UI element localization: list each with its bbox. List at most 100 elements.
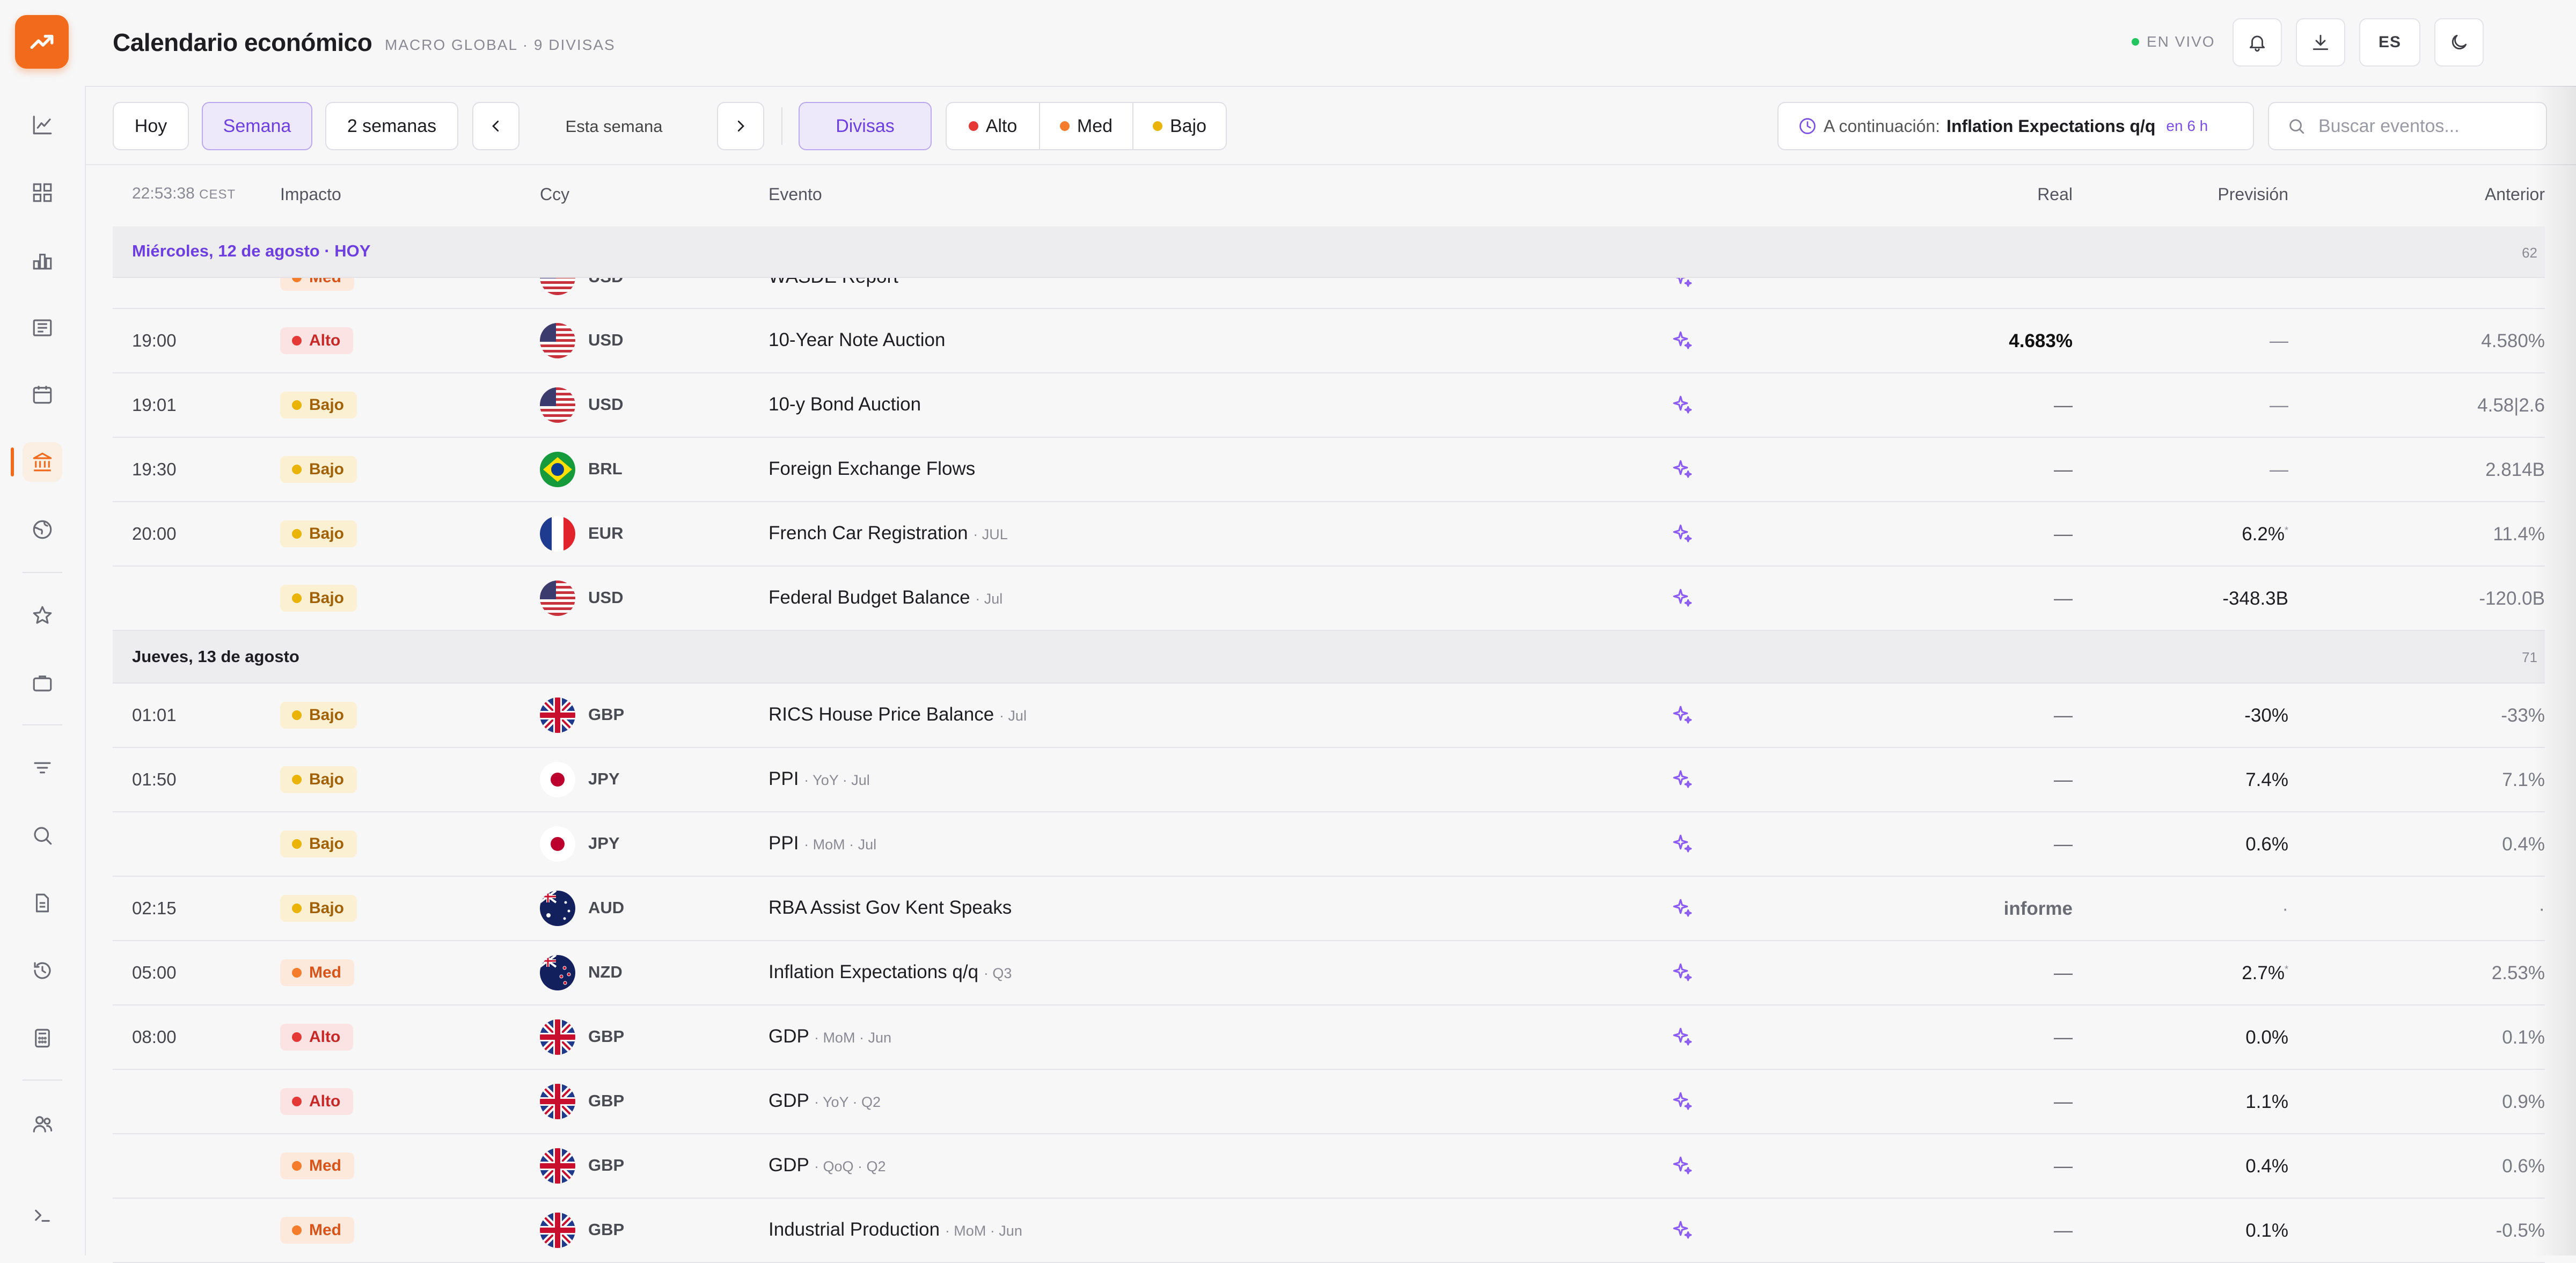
ai-sparkle-icon[interactable] bbox=[1671, 1090, 1694, 1113]
column-impact[interactable]: Impacto bbox=[280, 185, 341, 204]
sidebar-item-reports[interactable] bbox=[23, 883, 62, 923]
table-row[interactable]: Med USD WASDE Report bbox=[113, 278, 2545, 309]
previous-value: 0.1% bbox=[2502, 1027, 2545, 1048]
column-event[interactable]: Evento bbox=[769, 185, 822, 204]
event-name[interactable]: PPI · YoY · Jul bbox=[769, 768, 870, 790]
notifications-button[interactable] bbox=[2233, 18, 2282, 67]
event-name[interactable]: PPI · MoM · Jul bbox=[769, 833, 876, 854]
event-name[interactable]: Industrial Production · MoM · Jun bbox=[769, 1219, 1022, 1240]
day-rows: 01:01 Bajo GBP RICS House Price Balance … bbox=[113, 684, 2545, 1263]
flag-gb-icon bbox=[540, 1084, 575, 1119]
table-row[interactable]: 08:00 Alto GBP GDP · MoM · Jun — 0.0% 0.… bbox=[113, 1005, 2545, 1070]
sidebar-item-calendar[interactable] bbox=[23, 375, 62, 414]
ai-sparkle-icon[interactable] bbox=[1671, 1155, 1694, 1177]
event-name[interactable]: RBA Assist Gov Kent Speaks bbox=[769, 897, 1012, 919]
table-row[interactable]: Alto GBP GDP · YoY · Q2 — 1.1% 0.9% bbox=[113, 1070, 2545, 1134]
event-name[interactable]: French Car Registration · JUL bbox=[769, 523, 1008, 544]
ai-sparkle-icon[interactable] bbox=[1671, 1026, 1694, 1048]
sidebar-item-calculator[interactable] bbox=[23, 1018, 62, 1058]
severity-bajo-toggle[interactable]: Bajo bbox=[1133, 103, 1226, 149]
actual-value: — bbox=[2054, 705, 2073, 726]
event-name[interactable]: 10-Year Note Auction bbox=[769, 329, 946, 351]
sidebar-item-favorites[interactable] bbox=[23, 596, 62, 635]
next-period-button[interactable] bbox=[717, 102, 764, 150]
sidebar-item-filters[interactable] bbox=[23, 748, 62, 788]
week-button[interactable]: Semana bbox=[202, 102, 312, 150]
sidebar-item-search[interactable] bbox=[23, 816, 62, 855]
event-name[interactable]: GDP · QoQ · Q2 bbox=[769, 1155, 885, 1176]
event-name[interactable]: Federal Budget Balance · Jul bbox=[769, 587, 1002, 608]
ai-sparkle-icon[interactable] bbox=[1671, 961, 1694, 984]
event-name[interactable]: RICS House Price Balance · Jul bbox=[769, 704, 1027, 725]
column-forecast[interactable]: Previsión bbox=[2218, 185, 2288, 204]
sidebar-item-charts[interactable] bbox=[23, 105, 62, 145]
flag-gb-icon bbox=[540, 1213, 575, 1248]
sidebar-item-world[interactable] bbox=[23, 510, 62, 549]
ai-sparkle-icon[interactable] bbox=[1671, 768, 1694, 791]
ai-sparkle-icon[interactable] bbox=[1671, 523, 1694, 545]
event-name[interactable]: WASDE Report bbox=[769, 278, 898, 288]
ai-sparkle-icon[interactable] bbox=[1671, 833, 1694, 855]
ai-sparkle-icon[interactable] bbox=[1671, 587, 1694, 610]
ai-sparkle-icon[interactable] bbox=[1671, 394, 1694, 416]
severity-alto-toggle[interactable]: Alto bbox=[947, 103, 1040, 149]
previous-period-button[interactable] bbox=[472, 102, 519, 150]
severity-med-toggle[interactable]: Med bbox=[1040, 103, 1133, 149]
next-event-chip[interactable]: A continuación: Inflation Expectations q… bbox=[1777, 102, 2254, 150]
download-button[interactable] bbox=[2296, 18, 2345, 67]
table-row[interactable]: 01:01 Bajo GBP RICS House Price Balance … bbox=[113, 684, 2545, 748]
event-name[interactable]: GDP · YoY · Q2 bbox=[769, 1090, 881, 1112]
table-header: 22:53:38 CEST Impacto Ccy Evento Real Pr… bbox=[113, 165, 2545, 226]
impact-dot-icon bbox=[292, 1032, 302, 1042]
currencies-filter-button[interactable]: Divisas bbox=[799, 102, 932, 150]
search-box[interactable] bbox=[2268, 102, 2547, 150]
column-ccy[interactable]: Ccy bbox=[540, 185, 569, 204]
event-time: 20:00 bbox=[132, 524, 177, 544]
event-name[interactable]: GDP · MoM · Jun bbox=[769, 1026, 891, 1047]
table-row[interactable]: 19:30 Bajo BRL Foreign Exchange Flows — … bbox=[113, 438, 2545, 502]
sidebar-item-terminal[interactable] bbox=[23, 1195, 62, 1235]
impact-badge: Med bbox=[280, 959, 354, 986]
ai-sparkle-icon[interactable] bbox=[1671, 278, 1694, 290]
sidebar-item-dashboard[interactable] bbox=[23, 173, 62, 212]
table-row[interactable]: Bajo JPY PPI · MoM · Jul — 0.6% 0.4% bbox=[113, 812, 2545, 877]
event-time: 19:30 bbox=[132, 459, 177, 479]
today-button[interactable]: Hoy bbox=[113, 102, 189, 150]
table-row[interactable]: 05:00 Med NZD Inflation Expectations q/q… bbox=[113, 941, 2545, 1005]
sidebar-item-portfolio[interactable] bbox=[23, 663, 62, 703]
search-input[interactable] bbox=[2317, 115, 2534, 137]
table-row[interactable]: Med GBP Industrial Production · MoM · Ju… bbox=[113, 1199, 2545, 1263]
impact-badge: Bajo bbox=[280, 456, 357, 483]
table-row[interactable]: 19:00 Alto USD 10-Year Note Auction 4.68… bbox=[113, 309, 2545, 373]
ai-sparkle-icon[interactable] bbox=[1671, 329, 1694, 352]
impact-badge: Bajo bbox=[280, 392, 357, 418]
app-logo[interactable] bbox=[15, 15, 69, 69]
sidebar-item-history[interactable] bbox=[23, 951, 62, 990]
column-actual[interactable]: Real bbox=[2037, 185, 2073, 204]
sidebar-item-community[interactable] bbox=[23, 1104, 62, 1144]
language-button[interactable]: ES bbox=[2359, 18, 2420, 67]
table-row[interactable]: 20:00 Bajo EUR French Car Registration ·… bbox=[113, 502, 2545, 567]
sidebar-item-rankings[interactable] bbox=[23, 240, 62, 280]
event-name[interactable]: 10-y Bond Auction bbox=[769, 394, 921, 415]
event-name[interactable]: Inflation Expectations q/q · Q3 bbox=[769, 961, 1012, 983]
table-row[interactable]: Med GBP GDP · QoQ · Q2 — 0.4% 0.6% bbox=[113, 1134, 2545, 1199]
event-name[interactable]: Foreign Exchange Flows bbox=[769, 458, 975, 480]
theme-toggle-button[interactable] bbox=[2434, 18, 2484, 67]
next-event-name: Inflation Expectations q/q bbox=[1946, 116, 2156, 136]
table-row[interactable]: 02:15 Bajo AUD RBA Assist Gov Kent Speak… bbox=[113, 877, 2545, 941]
ai-sparkle-icon[interactable] bbox=[1671, 1219, 1694, 1242]
ai-sparkle-icon[interactable] bbox=[1671, 458, 1694, 481]
two-weeks-button[interactable]: 2 semanas bbox=[325, 102, 458, 150]
forecast-value: — bbox=[2270, 331, 2288, 351]
severity-dot-icon bbox=[1152, 121, 1162, 131]
previous-value: 4.580% bbox=[2481, 331, 2545, 351]
table-row[interactable]: Bajo USD Federal Budget Balance · Jul — … bbox=[113, 567, 2545, 631]
ai-sparkle-icon[interactable] bbox=[1671, 897, 1694, 920]
ai-sparkle-icon[interactable] bbox=[1671, 704, 1694, 726]
sidebar-item-news[interactable] bbox=[23, 308, 62, 348]
column-previous[interactable]: Anterior bbox=[2485, 185, 2545, 204]
table-row[interactable]: 01:50 Bajo JPY PPI · YoY · Jul — 7.4% 7.… bbox=[113, 748, 2545, 812]
sidebar-item-economic-calendar[interactable] bbox=[11, 442, 62, 482]
table-row[interactable]: 19:01 Bajo USD 10-y Bond Auction — — 4.5… bbox=[113, 373, 2545, 438]
